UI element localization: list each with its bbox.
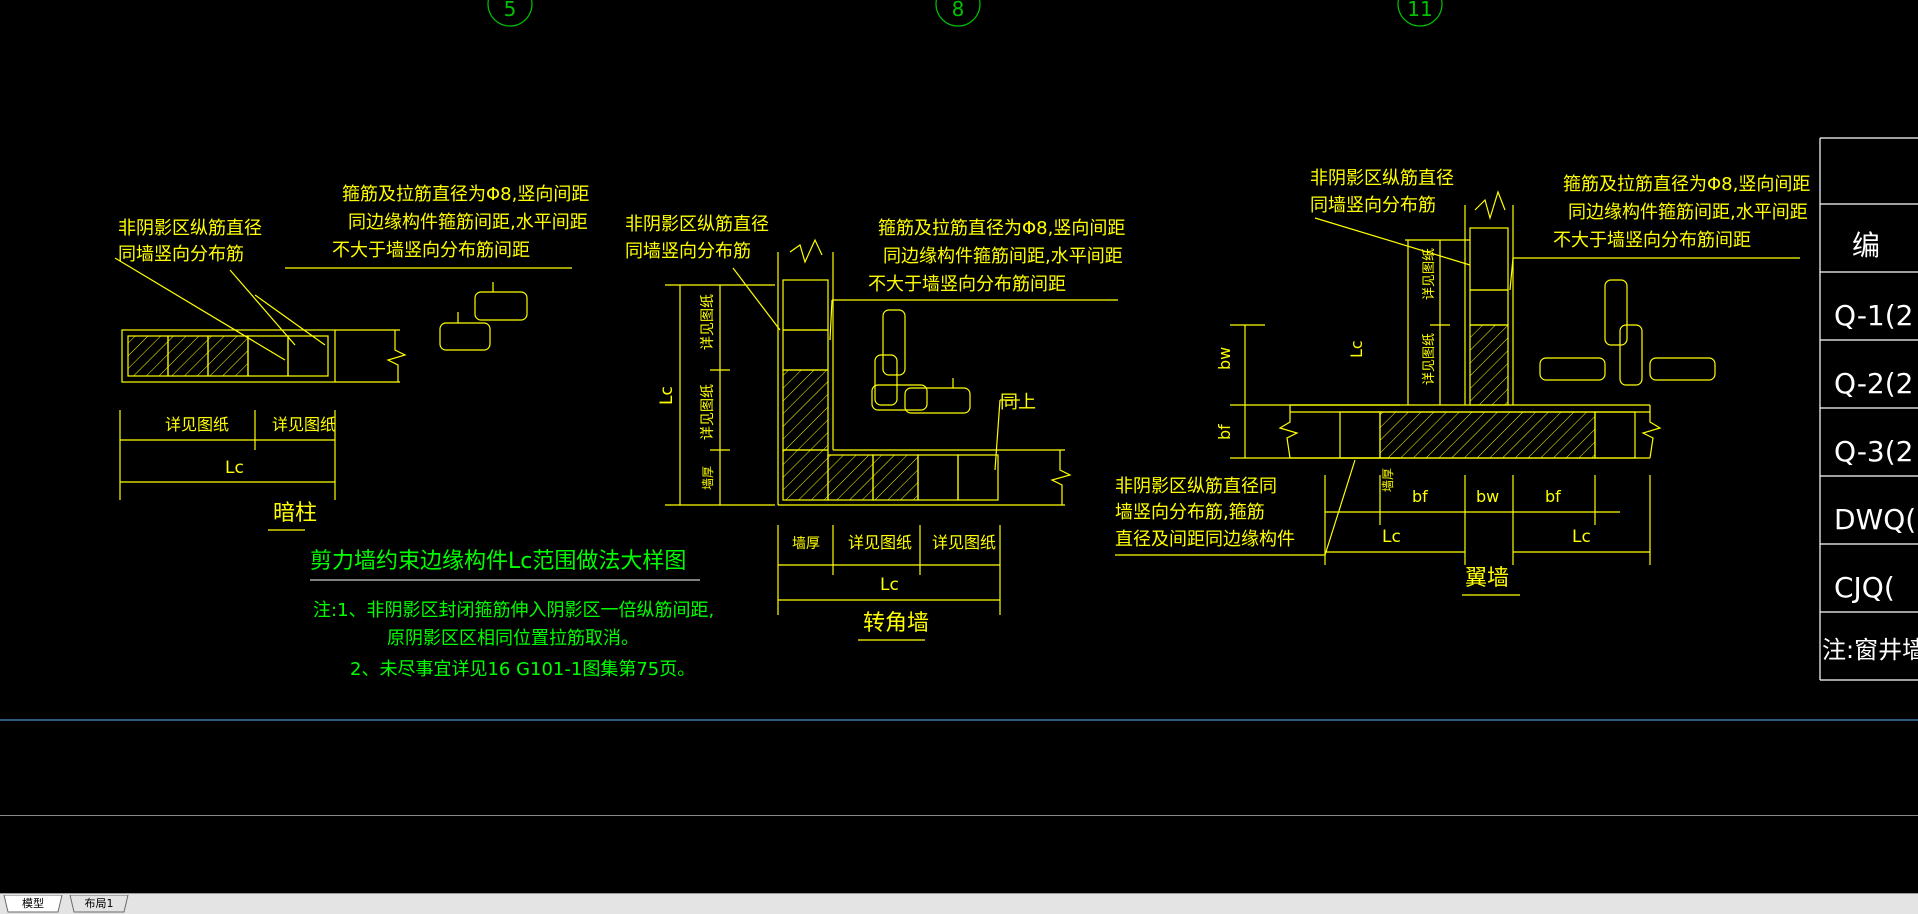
tab-model-label: 模型 [22,897,44,910]
wing-dim-bf-1: bf [1412,487,1428,506]
tab-layout1[interactable]: 布局1 [66,895,132,913]
wing-note-2: 同边缘构件箍筋间距,水平间距 [1568,202,1808,223]
svg-text:5: 5 [504,0,517,21]
svg-text:8: 8 [952,0,965,21]
table-text: 编 Q-1(2 Q-2(2 Q-3(2 DWQ( CJQ( 注:窗井墙C [1822,229,1918,664]
corner-dim-total: Lc [880,575,899,595]
wing-lower-note-1: 非阴影区纵筋直径同 [1115,476,1277,497]
tab-layout1-label: 布局1 [84,897,114,910]
corner-dim-3: 详见图纸 [932,533,996,552]
corner-dim-2: 详见图纸 [848,533,912,552]
table-row-1: Q-1(2 [1834,299,1913,332]
corner-dim-1: 墙厚 [792,536,820,552]
wing-inner-dim-2: 详见图纸 [1422,333,1437,385]
dark-col-label-1: 非阴影区纵筋直径 [118,218,262,239]
section-title: 剪力墙约束边缘构件Lc范围做法大样图 [310,549,686,574]
wing-inner-dim-1: 详见图纸 [1422,248,1437,300]
table-header: 编 [1852,229,1880,262]
wing-wall-thk: 墙厚 [1381,468,1395,492]
corner-note-3: 不大于墙竖向分布筋间距 [868,274,1066,295]
dark-col-dim-right: 详见图纸 [272,415,336,434]
dark-col-dim-left: 详见图纸 [165,415,229,434]
layout-tab-bar: 模型 布局1 [0,893,1918,914]
axis-bubble-8: 8 [935,0,981,27]
command-line-area[interactable] [0,719,1918,895]
detail-dark-column [114,257,572,531]
wing-dim-lc-2: Lc [1572,527,1591,547]
note-3: 2、未尽事宜详见16 G101-1图集第75页。 [350,659,695,680]
dark-col-label-2: 同墙竖向分布筋 [118,244,244,265]
corner-note-1: 箍筋及拉筋直径为Φ8,竖向间距 [878,218,1125,239]
wing-note-1: 箍筋及拉筋直径为Φ8,竖向间距 [1563,174,1810,195]
wing-dim-bw: bw [1476,487,1499,506]
axis-bubble-11: 11 [1397,0,1443,27]
table-row-3: Q-3(2 [1834,435,1913,468]
table-row-2: Q-2(2 [1834,367,1913,400]
dark-col-dim-total: Lc [225,458,244,478]
corner-label-1: 非阴影区纵筋直径 [625,214,769,235]
command-separator [0,815,1918,816]
wing-label-2: 同墙竖向分布筋 [1310,195,1436,216]
axis-bubble-5: 5 [487,0,533,27]
wing-label-1: 非阴影区纵筋直径 [1310,168,1454,189]
tab-model[interactable]: 模型 [0,895,66,913]
dark-col-note-2: 同边缘构件箍筋间距,水平间距 [348,212,588,233]
section-notes: 剪力墙约束边缘构件Lc范围做法大样图 注:1、非阴影区封闭箍筋伸入阴影区一倍纵筋… [310,549,714,680]
corner-same-as: 同上 [1000,392,1036,413]
corner-label-2: 同墙竖向分布筋 [625,241,751,262]
corner-vdim-2: 详见图纸 [700,384,716,440]
note-1: 注:1、非阴影区封闭箍筋伸入阴影区一倍纵筋间距, [313,600,714,621]
corner-wall-labels: 非阴影区纵筋直径 同墙竖向分布筋 箍筋及拉筋直径为Φ8,竖向间距 同边缘构件箍筋… [625,214,1125,636]
corner-title: 转角墙 [863,611,929,636]
wing-dim-lc-1: Lc [1382,527,1401,547]
corner-vdim-1: 详见图纸 [700,294,716,350]
wing-lower-note-2: 墙竖向分布筋,箍筋 [1115,502,1265,523]
table-note: 注:窗井墙C [1822,636,1918,664]
note-2: 原阴影区区相同位置拉筋取消。 [387,628,639,649]
corner-vdim-3: 墙厚 [701,466,715,490]
wing-vdim-bf: bf [1215,424,1234,440]
dark-col-title: 暗柱 [273,501,317,526]
corner-note-2: 同边缘构件箍筋间距,水平间距 [883,246,1123,267]
wing-title: 翼墙 [1465,566,1509,591]
wing-lower-note-3: 直径及间距同边缘构件 [1115,529,1295,550]
corner-vdim-total: Lc [657,386,677,405]
table-row-4: DWQ( [1834,503,1916,536]
wing-lc-vertical: Lc [1347,340,1366,358]
dark-col-note-1: 箍筋及拉筋直径为Φ8,竖向间距 [342,184,589,205]
drawing-canvas[interactable]: 5 8 11 非阴影区纵筋直径 同墙竖向分布筋 箍筋及拉筋直径为Φ8,竖向间距 … [0,0,1918,718]
cad-drawing: 5 8 11 非阴影区纵筋直径 同墙竖向分布筋 箍筋及拉筋直径为Φ8,竖向间距 … [114,0,1918,681]
wing-dim-bf-2: bf [1545,487,1561,506]
table-row-5: CJQ( [1834,571,1895,604]
wing-vdim-bw: bw [1215,347,1234,370]
dark-col-note-3: 不大于墙竖向分布筋间距 [332,240,530,261]
wing-note-3: 不大于墙竖向分布筋间距 [1553,230,1751,251]
svg-text:11: 11 [1407,0,1432,21]
